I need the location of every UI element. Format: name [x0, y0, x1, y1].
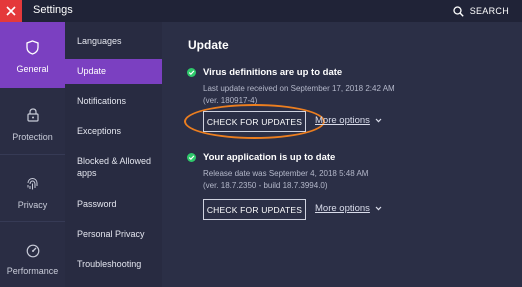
submenu-item-troubleshooting[interactable]: Troubleshooting	[65, 258, 162, 270]
nav-item-performance[interactable]: Performance	[0, 222, 65, 287]
submenu-item-languages[interactable]: Languages	[65, 35, 162, 47]
application-status: Your application is up to date	[187, 152, 335, 163]
detail-line: Release date was September 4, 2018 5:48 …	[203, 169, 369, 178]
search-label: SEARCH	[469, 6, 509, 16]
lock-icon	[0, 108, 65, 122]
submenu-item-update[interactable]: Update	[65, 59, 162, 84]
check-for-updates-button[interactable]: CHECK FOR UPDATES	[203, 111, 306, 132]
nav-label-privacy: Privacy	[17, 200, 48, 210]
submenu-item-personal-privacy[interactable]: Personal Privacy	[65, 228, 162, 240]
status-title: Your application is up to date	[203, 152, 336, 163]
shield-icon	[0, 40, 65, 55]
search-button[interactable]: SEARCH	[453, 4, 509, 18]
submenu-item-notifications[interactable]: Notifications	[65, 95, 162, 107]
window-title: Settings	[33, 4, 73, 16]
check-icon	[187, 153, 196, 162]
more-options-link[interactable]: More options	[315, 115, 382, 126]
nav-item-privacy[interactable]: Privacy	[0, 155, 65, 221]
nav-label-protection: Protection	[12, 132, 53, 142]
virus-definitions-status: Virus definitions are up to date	[187, 67, 342, 78]
page-title: Update	[188, 38, 229, 52]
nav-label-general: General	[16, 64, 49, 74]
submenu-item-exceptions[interactable]: Exceptions	[65, 125, 162, 137]
detail-line: Last update received on September 17, 20…	[203, 84, 395, 93]
close-button[interactable]	[0, 0, 22, 22]
submenu-item-password[interactable]: Password	[65, 198, 162, 210]
chevron-down-icon	[375, 118, 382, 123]
main-nav: General Protection Privacy Performance	[0, 22, 65, 287]
version-line: (ver. 18.7.2350 - build 18.7.3994.0)	[203, 181, 328, 190]
fingerprint-icon	[0, 177, 65, 191]
more-options-link[interactable]: More options	[315, 203, 382, 214]
submenu-item-blocked-allowed-apps[interactable]: Blocked & Allowed apps	[65, 155, 155, 179]
status-title: Virus definitions are up to date	[203, 67, 343, 78]
more-options-label: More options	[315, 203, 370, 214]
status-detail: Release date was September 4, 2018 5:48 …	[203, 168, 368, 192]
check-icon	[187, 68, 196, 77]
settings-submenu: Languages Update Notifications Exception…	[65, 22, 162, 287]
check-for-updates-button[interactable]: CHECK FOR UPDATES	[203, 199, 306, 220]
nav-item-protection[interactable]: Protection	[0, 88, 65, 154]
close-icon	[6, 6, 16, 16]
update-panel: Update Virus definitions are up to date …	[162, 22, 522, 287]
status-detail: Last update received on September 17, 20…	[203, 83, 395, 107]
nav-item-general[interactable]: General	[0, 22, 65, 88]
gauge-icon	[0, 244, 65, 258]
chevron-down-icon	[375, 206, 382, 211]
title-bar: Settings SEARCH	[0, 0, 522, 22]
search-icon	[453, 5, 464, 17]
more-options-label: More options	[315, 115, 370, 126]
nav-label-performance: Performance	[6, 266, 59, 276]
